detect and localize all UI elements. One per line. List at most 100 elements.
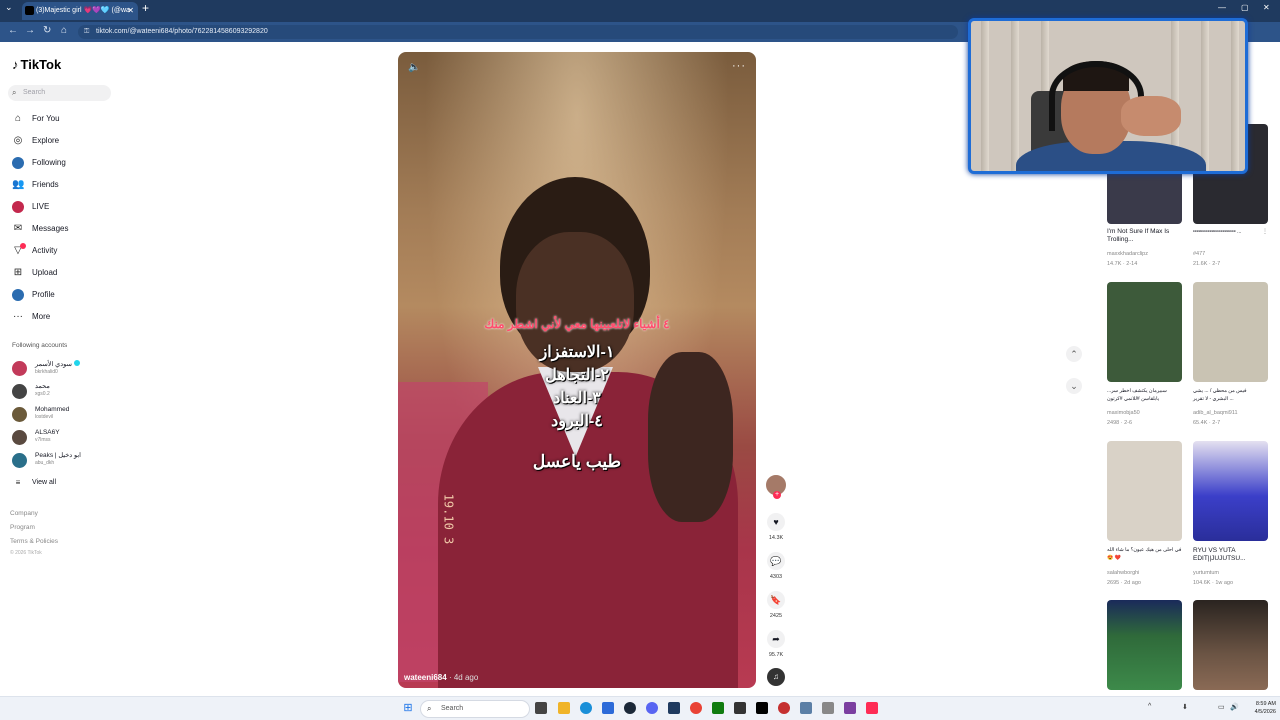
search-input[interactable]: ⌕ Search xyxy=(8,85,111,101)
followed-account[interactable]: محمد xgs0.2 xyxy=(12,383,50,399)
rec-thumbnail[interactable] xyxy=(1193,600,1268,690)
rec-thumbnail[interactable] xyxy=(1193,282,1268,382)
nav-live[interactable]: LIVE xyxy=(12,200,49,214)
file-explorer-icon[interactable] xyxy=(558,702,570,714)
rec-author[interactable]: adib_al_baqmi911 xyxy=(1193,410,1238,416)
share-icon[interactable]: ➦ xyxy=(767,630,785,648)
tray-app-icon[interactable]: ⬇ xyxy=(1182,703,1188,711)
author-name[interactable]: wateeni684 xyxy=(404,673,447,682)
footer-program[interactable]: Program xyxy=(10,524,35,531)
rec-stats: 2498 · 2-6 xyxy=(1107,420,1133,426)
rec-author[interactable]: maxxkhadarclipz xyxy=(1107,251,1148,257)
browser-tab[interactable]: (3)Majestic girl 💗💜🩵 (@wa ✕ xyxy=(22,2,138,20)
save-action[interactable]: 🔖 2425 xyxy=(766,591,786,619)
rec-title[interactable]: فيس من محظي / ... يشي البشري - لا تقرير … xyxy=(1193,387,1263,403)
messages-icon: ✉ xyxy=(13,223,23,234)
chrome-icon[interactable] xyxy=(690,702,702,714)
rec-thumbnail[interactable] xyxy=(1107,600,1182,690)
nav-friends[interactable]: 👥 Friends xyxy=(12,178,59,192)
rec-title[interactable]: RYU VS YUTA EDIT||JUJUTSU... xyxy=(1193,547,1273,563)
wifi-icon[interactable]: ▭ xyxy=(1218,703,1225,711)
system-clock[interactable]: 8:59 AM 4/5/2026 xyxy=(1244,700,1276,716)
view-all-button[interactable]: ≡ View all xyxy=(12,476,56,490)
tiktok-taskbar-icon[interactable] xyxy=(756,702,768,714)
rec-thumbnail[interactable] xyxy=(1107,441,1182,541)
rec-title[interactable]: سبيرمان يكتشف اخطر سر... يابلقاسن #للانم… xyxy=(1107,387,1177,403)
rec-title[interactable]: I'm Not Sure If Max Is Trolling... xyxy=(1107,228,1187,244)
author-line[interactable]: wateeni684 · 4d ago xyxy=(404,673,478,682)
rec-author[interactable]: #477 xyxy=(1193,251,1205,257)
tiktok-logo[interactable]: ♪ TikTok xyxy=(12,57,61,72)
volume-tray-icon[interactable]: 🔊 xyxy=(1230,703,1239,711)
nav-upload[interactable]: ⊞ Upload xyxy=(12,266,58,280)
nav-more[interactable]: ··· More xyxy=(12,310,50,324)
follow-plus-icon[interactable]: + xyxy=(773,491,781,499)
share-action[interactable]: ➦ 95.7K xyxy=(766,630,786,658)
edge-icon[interactable] xyxy=(580,702,592,714)
app-icon[interactable] xyxy=(844,702,856,714)
rec-author[interactable]: yurtumtum xyxy=(1193,570,1219,576)
home-icon[interactable]: ⌂ xyxy=(61,25,67,36)
discord-icon[interactable] xyxy=(646,702,658,714)
rec-title[interactable]: في احلى من هيك عيون؟ ما شاء الله 😍 ❤️ xyxy=(1107,546,1182,562)
rec-thumbnail[interactable] xyxy=(1193,441,1268,541)
photo-post-viewer[interactable]: 🔈 ··· ٤ أشياء لاتلعبينها معي لأني اشطر م… xyxy=(398,52,756,688)
volume-icon[interactable]: 🔈 xyxy=(408,62,420,73)
nav-explore[interactable]: ◎ Explore xyxy=(12,134,60,148)
forward-icon[interactable]: → xyxy=(25,25,35,36)
tab-list-icon[interactable]: ⌄ xyxy=(5,2,13,13)
previous-post-arrow-icon[interactable]: ⌃ xyxy=(1066,346,1082,362)
taskbar-search[interactable]: ⌕ Search xyxy=(420,700,530,718)
tray-chevron-icon[interactable]: ^ xyxy=(1148,703,1151,710)
close-window-icon[interactable]: ✕ xyxy=(1263,3,1270,12)
followed-account[interactable]: سودي الأسمر bkrkhalid0 xyxy=(12,360,80,376)
app-icon[interactable] xyxy=(668,702,680,714)
author-avatar[interactable]: + xyxy=(765,474,787,499)
store-icon[interactable] xyxy=(602,702,614,714)
windows-start-icon[interactable]: ⊞ xyxy=(402,702,414,714)
followed-account[interactable]: Peaks | ابو دخيل abu_dkh xyxy=(12,452,81,468)
close-tab-icon[interactable]: ✕ xyxy=(127,2,134,20)
nav-for-you[interactable]: ⌂ For You xyxy=(12,112,60,126)
rec-title[interactable]: ᵉᵉᵉᵉᵉᵉᵉᵉᵉᵉᵉᵉᵉᵉᵉᵉᵉᵉᵉᵉᵉᵉᵉ ... xyxy=(1193,228,1263,236)
app-icon[interactable] xyxy=(822,702,834,714)
followed-account[interactable]: Mohammed lostdevil xyxy=(12,406,69,422)
url-field[interactable]: ⚿ tiktok.com/@wateeni684/photo/762281458… xyxy=(78,25,958,39)
footer-company[interactable]: Company xyxy=(10,510,38,517)
nav-following[interactable]: Following xyxy=(12,156,66,170)
comment-action[interactable]: 💬 4303 xyxy=(766,552,786,580)
rec-more-icon[interactable]: ⋮ xyxy=(1262,228,1268,235)
maximize-icon[interactable]: ▢ xyxy=(1241,3,1249,12)
next-post-arrow-icon[interactable]: ⌄ xyxy=(1066,378,1082,394)
more-options-icon[interactable]: ··· xyxy=(732,60,746,72)
comment-icon[interactable]: 💬 xyxy=(767,552,785,570)
music-disc-icon[interactable]: ♫ xyxy=(767,668,785,686)
overlay-line: ٤-البرود xyxy=(551,413,603,430)
minimize-icon[interactable]: — xyxy=(1218,3,1226,12)
heart-icon[interactable]: ♥ xyxy=(767,513,785,531)
back-icon[interactable]: ← xyxy=(8,25,18,36)
app-icon[interactable] xyxy=(800,702,812,714)
rec-author[interactable]: salahwborghi xyxy=(1107,570,1139,576)
nav-profile[interactable]: Profile xyxy=(12,288,55,302)
avatar xyxy=(12,430,27,445)
avatar xyxy=(12,384,27,399)
site-info-icon[interactable]: ⚿ xyxy=(84,25,89,39)
obs-icon[interactable] xyxy=(778,702,790,714)
like-action[interactable]: ♥ 14.3K xyxy=(766,513,786,541)
rec-author[interactable]: maximobja50 xyxy=(1107,410,1140,416)
reload-icon[interactable]: ↻ xyxy=(43,25,51,36)
streamer-hand xyxy=(1121,96,1181,136)
footer-terms[interactable]: Terms & Policies xyxy=(10,538,58,545)
nav-activity[interactable]: ▽ Activity xyxy=(12,243,57,258)
new-tab-icon[interactable]: + xyxy=(142,1,149,15)
xbox-icon[interactable] xyxy=(712,702,724,714)
bookmark-icon[interactable]: 🔖 xyxy=(767,591,785,609)
rec-thumbnail[interactable] xyxy=(1107,282,1182,382)
nav-messages[interactable]: ✉ Messages xyxy=(12,222,69,236)
task-view-icon[interactable] xyxy=(535,702,547,714)
steam-icon[interactable] xyxy=(624,702,636,714)
followed-account[interactable]: ALSA6Y v7lmss xyxy=(12,429,60,445)
capcut-icon[interactable] xyxy=(734,702,746,714)
app-icon[interactable] xyxy=(866,702,878,714)
